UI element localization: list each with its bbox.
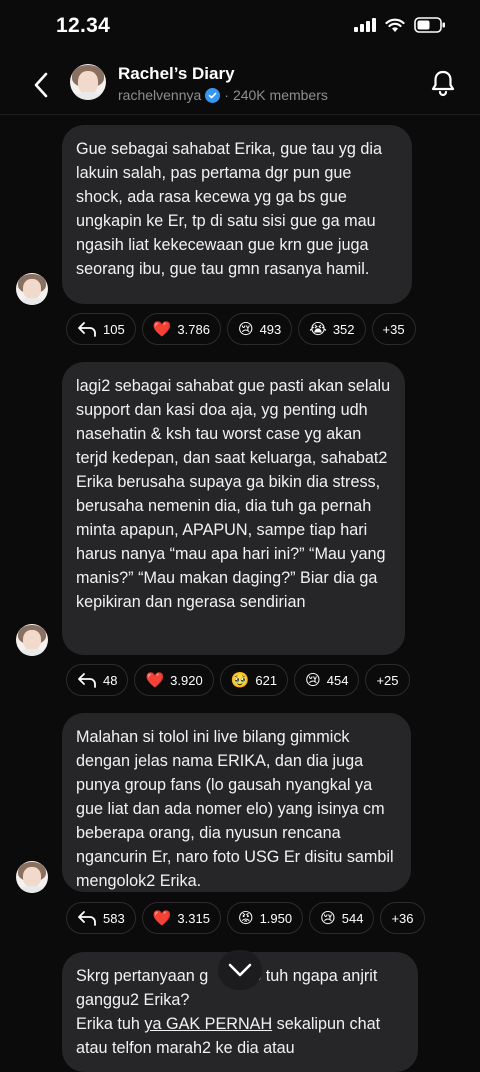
reply-count: 583 [103, 910, 125, 926]
reaction-count: 3.920 [170, 672, 203, 688]
message-bubble[interactable]: Gue sebagai sahabat Erika, gue tau yg di… [62, 125, 412, 304]
wifi-icon [385, 18, 405, 32]
reply-count: 105 [103, 321, 125, 337]
crying-face-emoji-icon: 😢 [237, 320, 254, 338]
message-bubble[interactable]: lagi2 sebagai sahabat gue pasti akan sel… [62, 362, 405, 655]
reaction-heart[interactable]: ❤️ 3.786 [141, 313, 221, 345]
loudly-crying-emoji-icon: 😭 [309, 320, 327, 338]
heart-emoji-icon: ❤️ [152, 909, 172, 927]
back-button[interactable] [26, 68, 56, 102]
heart-emoji-icon: ❤️ [152, 320, 172, 338]
reaction-sad[interactable]: 😢 454 [294, 664, 360, 696]
message-text: Gue sebagai sahabat Erika, gue tau yg di… [76, 140, 382, 278]
message-text: lagi2 sebagai sahabat gue pasti akan sel… [76, 377, 391, 611]
verified-badge-icon [205, 87, 221, 103]
crying-face-emoji-icon: 😢 [320, 909, 336, 927]
reaction-count: 544 [341, 910, 364, 926]
notifications-button[interactable] [430, 69, 456, 102]
more-reactions-count: +36 [391, 910, 414, 926]
channel-header: Rachel’s Diary rachelvennya · 240K membe… [0, 56, 480, 115]
reaction-count: 1.950 [259, 910, 293, 926]
separator: · [224, 87, 229, 103]
angry-face-emoji-icon: 😡 [237, 909, 254, 927]
reply-icon [78, 911, 96, 926]
reply-icon [78, 322, 96, 337]
reaction-heart[interactable]: ❤️ 3.920 [134, 664, 214, 696]
crying-face-emoji-icon: 😢 [305, 671, 321, 689]
reaction-count: 454 [326, 672, 349, 688]
reaction-count: 493 [259, 321, 282, 337]
battery-icon [414, 17, 445, 33]
underlined-text: ya GAK PERNAH [144, 1015, 273, 1033]
status-icons [354, 17, 446, 33]
reaction-sad[interactable]: 😢 493 [226, 313, 293, 345]
status-time: 12.34 [56, 14, 111, 37]
reaction-count: 3.786 [177, 321, 210, 337]
sender-avatar[interactable] [16, 861, 48, 893]
reply-button[interactable]: 583 [66, 902, 136, 934]
reply-button[interactable]: 48 [66, 664, 129, 696]
message-text: Malahan si tolol ini live bilang gimmick… [76, 728, 394, 890]
channel-handle: rachelvennya [118, 87, 202, 103]
chevron-down-icon [228, 963, 252, 977]
reply-icon [78, 673, 96, 688]
more-reactions-count: +25 [376, 672, 399, 688]
reaction-bar: 48 ❤️ 3.920 🥹 621 😢 454 +25 [66, 664, 410, 696]
message-text-part: Skrg pertanyaan g [76, 967, 209, 985]
more-reactions-button[interactable]: +36 [380, 902, 425, 934]
channel-avatar[interactable] [70, 64, 106, 100]
reply-button[interactable]: 105 [66, 313, 136, 345]
sender-avatar[interactable] [16, 273, 48, 305]
holding-back-tears-emoji-icon: 🥹 [230, 671, 250, 689]
member-count: 240K members [232, 87, 328, 103]
reaction-count: 621 [255, 672, 278, 688]
reaction-holding-tears[interactable]: 🥹 621 [219, 664, 289, 696]
reaction-bar: 105 ❤️ 3.786 😢 493 😭 352 +35 [66, 313, 416, 345]
reaction-count: 3.315 [177, 910, 210, 926]
channel-title[interactable]: Rachel’s Diary [118, 64, 235, 84]
bell-icon [431, 70, 455, 97]
chevron-left-icon [34, 72, 48, 98]
heart-emoji-icon: ❤️ [145, 671, 165, 689]
reaction-sob[interactable]: 😭 352 [298, 313, 366, 345]
more-reactions-count: +35 [382, 321, 405, 337]
reply-count: 48 [103, 672, 118, 688]
more-reactions-button[interactable]: +25 [365, 664, 410, 696]
reaction-angry[interactable]: 😡 1.950 [226, 902, 304, 934]
channel-subtitle: rachelvennya · 240K members [118, 87, 328, 103]
status-bar: 12.34 [0, 0, 480, 56]
reaction-bar: 583 ❤️ 3.315 😡 1.950 😢 544 +36 [66, 902, 425, 934]
cellular-signal-icon [354, 18, 376, 32]
reaction-sad[interactable]: 😢 544 [309, 902, 375, 934]
reaction-count: 352 [332, 321, 355, 337]
more-reactions-button[interactable]: +35 [371, 313, 416, 345]
scroll-down-button[interactable] [218, 950, 262, 990]
reaction-heart[interactable]: ❤️ 3.315 [141, 902, 221, 934]
message-bubble[interactable]: Malahan si tolol ini live bilang gimmick… [62, 713, 411, 892]
message-text-part: Erika tuh [76, 1015, 145, 1033]
sender-avatar[interactable] [16, 624, 48, 656]
